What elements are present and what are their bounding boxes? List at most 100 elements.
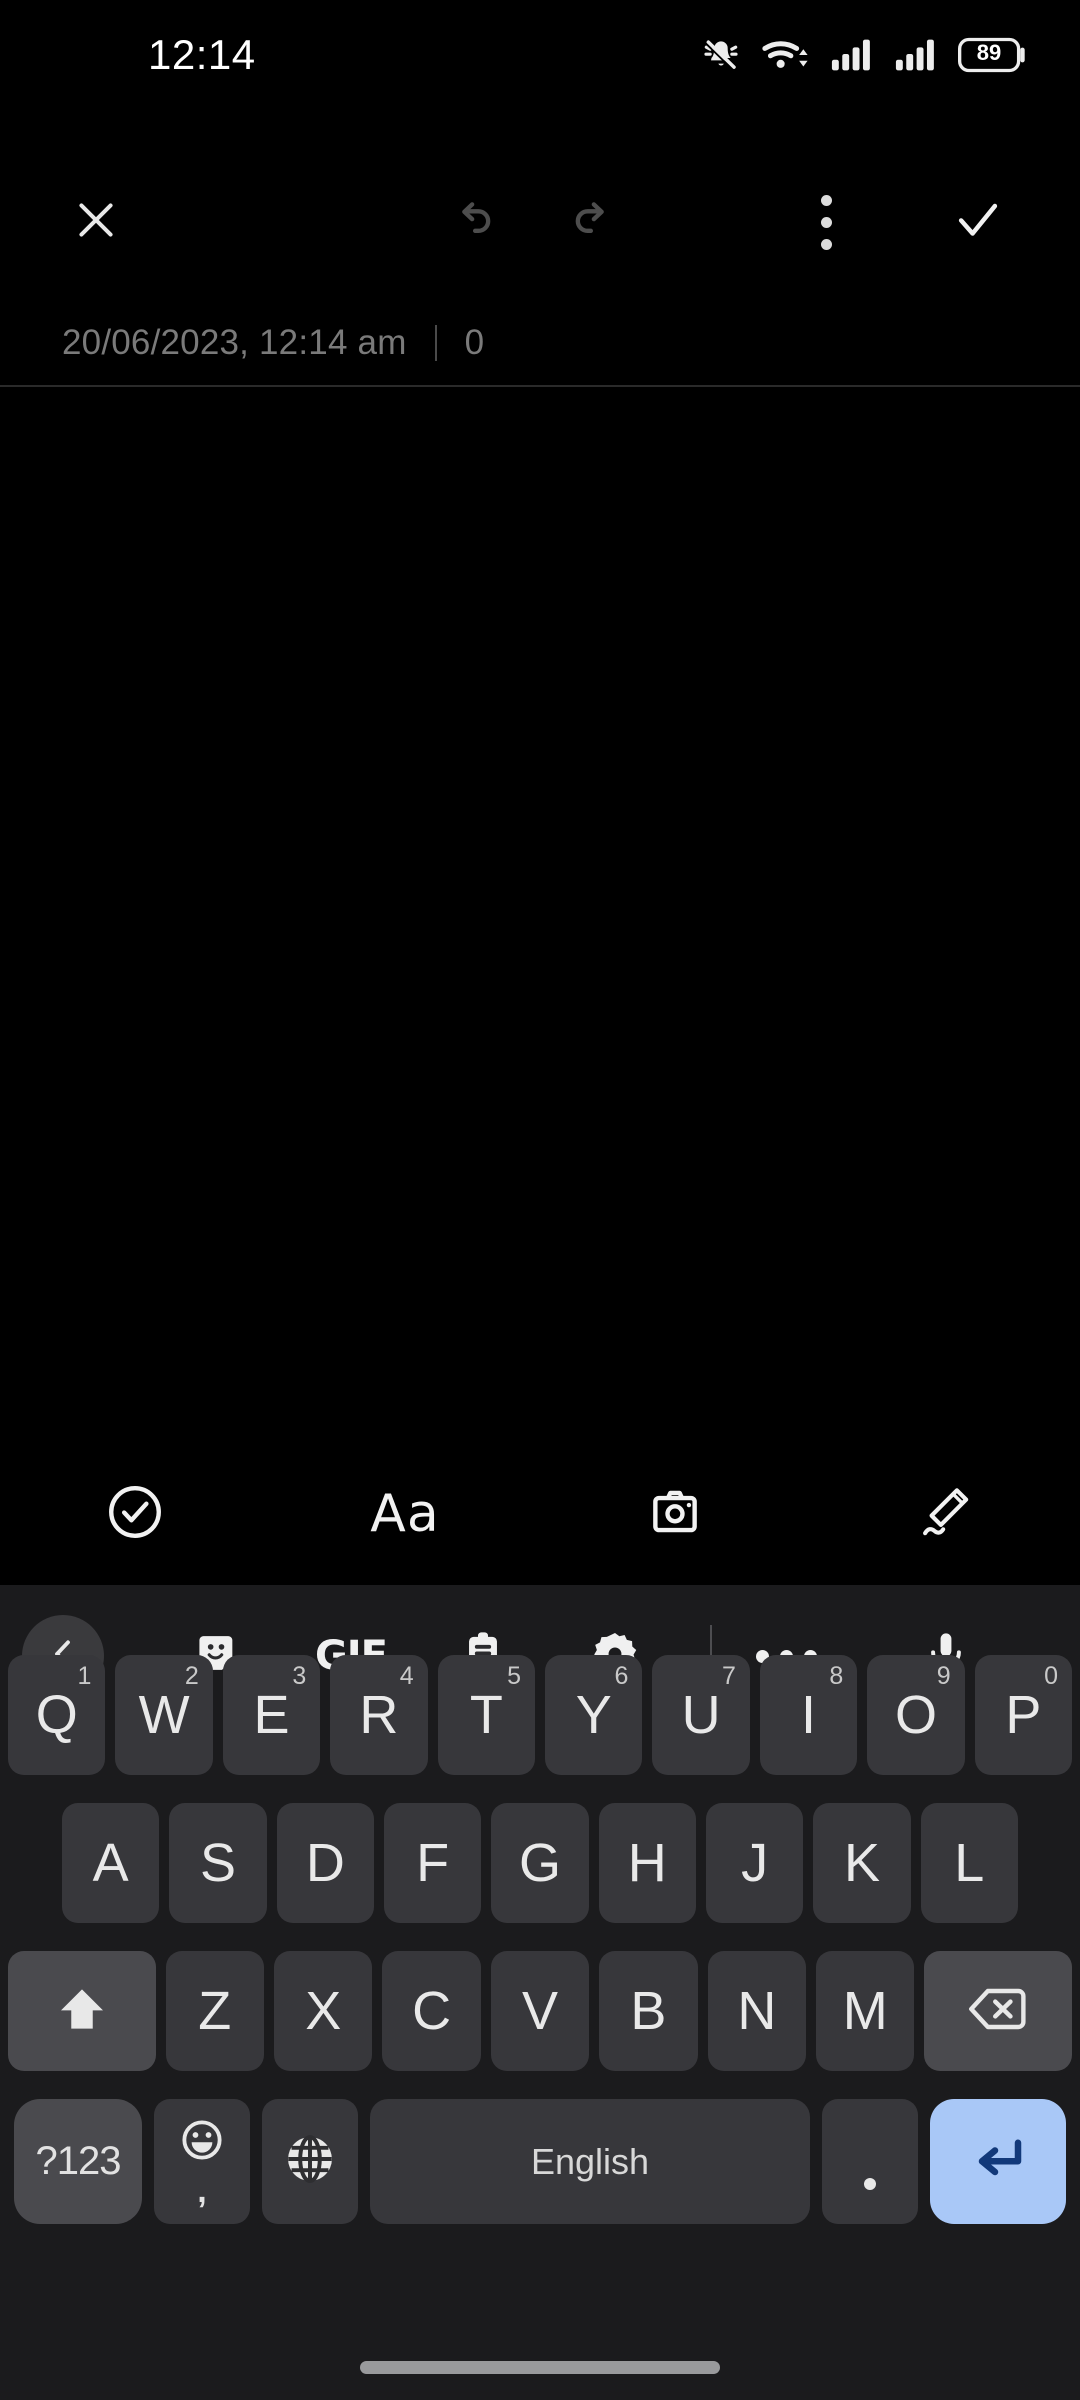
keyboard-row-2: A S D F G H J K L — [0, 1803, 1080, 1923]
key-z[interactable]: Z — [165, 1951, 264, 2071]
draw-pen-icon — [914, 1481, 976, 1548]
key-label: V — [522, 1981, 559, 2041]
key-sup: 5 — [507, 1662, 522, 1690]
emoji-key[interactable]: , — [154, 2099, 250, 2224]
key-sup: 4 — [399, 1662, 414, 1690]
key-label: Q — [35, 1685, 78, 1745]
key-label: H — [627, 1833, 667, 1893]
symbols-key-label: ?123 — [35, 2139, 122, 2183]
note-text-area[interactable] — [0, 387, 1080, 1443]
key-label: O — [894, 1685, 937, 1745]
backspace-key[interactable] — [924, 1951, 1073, 2071]
period-key-label — [864, 2178, 876, 2190]
on-screen-keyboard: G I F — [0, 1585, 1080, 2400]
key-w[interactable]: 2 W — [115, 1655, 213, 1775]
key-label: S — [199, 1833, 236, 1893]
wifi-icon — [762, 35, 812, 75]
key-d[interactable]: D — [276, 1803, 374, 1923]
signal-sim1-icon — [830, 35, 876, 75]
key-k[interactable]: K — [813, 1803, 911, 1923]
note-format-bar: Aa — [0, 1443, 1080, 1585]
key-h[interactable]: H — [598, 1803, 696, 1923]
more-vertical-icon — [820, 195, 832, 250]
key-x[interactable]: X — [274, 1951, 373, 2071]
keyboard-row-3: Z X C V B N M — [0, 1951, 1080, 2071]
key-u[interactable]: 7 U — [652, 1655, 750, 1775]
language-switch-key[interactable] — [262, 2099, 358, 2224]
draw-button[interactable] — [810, 1443, 1080, 1585]
checklist-button[interactable] — [0, 1443, 270, 1585]
key-a[interactable]: A — [62, 1803, 160, 1923]
key-p[interactable]: 0 P — [974, 1655, 1073, 1775]
symbols-key[interactable]: ?123 — [14, 2099, 142, 2224]
key-t[interactable]: 5 T — [437, 1655, 536, 1775]
vibrate-off-icon — [698, 35, 744, 75]
key-label: F — [416, 1833, 450, 1893]
key-e[interactable]: 3 E — [222, 1655, 321, 1775]
key-label: E — [253, 1685, 290, 1745]
key-b[interactable]: B — [599, 1951, 698, 2071]
note-char-count: 0 — [464, 323, 485, 362]
key-sup: 2 — [184, 1662, 199, 1690]
key-label: D — [305, 1833, 345, 1893]
key-v[interactable]: V — [490, 1951, 590, 2071]
text-format-icon: Aa — [370, 1484, 440, 1544]
save-done-button[interactable] — [930, 165, 1026, 280]
key-g[interactable]: G — [491, 1803, 589, 1923]
space-key-label: English — [530, 2140, 650, 2182]
key-o[interactable]: 9 O — [867, 1655, 965, 1775]
key-label: Y — [575, 1685, 612, 1745]
key-label: B — [630, 1981, 667, 2041]
key-sup: 8 — [829, 1662, 844, 1690]
check-icon — [951, 193, 1005, 252]
battery-percent: 89 — [976, 40, 1002, 65]
key-label: U — [681, 1685, 721, 1745]
phone-screen: 12:14 89 20/06/2023, 12:14 am 0 Aa 1 Q 2… — [0, 0, 1080, 2400]
key-label: P — [1005, 1685, 1042, 1745]
meta-separator — [434, 325, 437, 361]
keyboard-row-4: ?123 , English — [0, 2099, 1080, 2224]
enter-key[interactable] — [930, 2099, 1066, 2224]
key-label: Z — [198, 1981, 232, 2041]
shift-key[interactable] — [8, 1951, 156, 2071]
redo-button[interactable] — [545, 165, 641, 280]
camera-icon — [644, 1481, 706, 1548]
key-l[interactable]: L — [920, 1803, 1018, 1923]
key-label: G — [518, 1833, 561, 1893]
key-f[interactable]: F — [383, 1803, 482, 1923]
text-format-button[interactable]: Aa — [270, 1443, 540, 1585]
enter-icon — [968, 2129, 1028, 2194]
key-label: M — [842, 1981, 888, 2041]
key-label: T — [469, 1685, 503, 1745]
key-label: L — [954, 1833, 985, 1893]
key-label: X — [305, 1981, 342, 2041]
key-s[interactable]: S — [169, 1803, 267, 1923]
key-sup: 3 — [292, 1662, 307, 1690]
status-bar: 12:14 89 — [0, 0, 1080, 110]
home-gesture-pill[interactable] — [360, 2361, 720, 2374]
key-label: N — [737, 1981, 777, 2041]
close-icon — [71, 195, 121, 250]
period-key[interactable] — [822, 2099, 918, 2224]
battery-icon: 89 — [958, 36, 1028, 74]
key-i[interactable]: 8 I — [759, 1655, 858, 1775]
space-key[interactable]: English — [370, 2099, 810, 2224]
undo-button[interactable] — [425, 165, 521, 280]
key-c[interactable]: C — [382, 1951, 481, 2071]
status-icons: 89 — [698, 35, 1028, 75]
shift-up-icon — [54, 1981, 110, 2042]
key-n[interactable]: N — [707, 1951, 807, 2071]
checklist-circle-icon — [104, 1481, 166, 1548]
close-button[interactable] — [48, 165, 144, 280]
key-sup: 1 — [77, 1662, 92, 1690]
key-label: I — [801, 1685, 817, 1745]
keyboard-row-1: 1 Q 2 W 3 E 4 R 5 T 6 Y 7 U 8 I 9 O 0 P — [0, 1655, 1080, 1775]
key-q[interactable]: 1 Q — [8, 1655, 106, 1775]
key-sup: 7 — [721, 1662, 736, 1690]
camera-button[interactable] — [540, 1443, 810, 1585]
key-m[interactable]: M — [816, 1951, 915, 2071]
key-r[interactable]: 4 R — [330, 1655, 428, 1775]
key-y[interactable]: 6 Y — [545, 1655, 643, 1775]
key-j[interactable]: J — [705, 1803, 804, 1923]
more-options-button[interactable] — [778, 165, 874, 280]
